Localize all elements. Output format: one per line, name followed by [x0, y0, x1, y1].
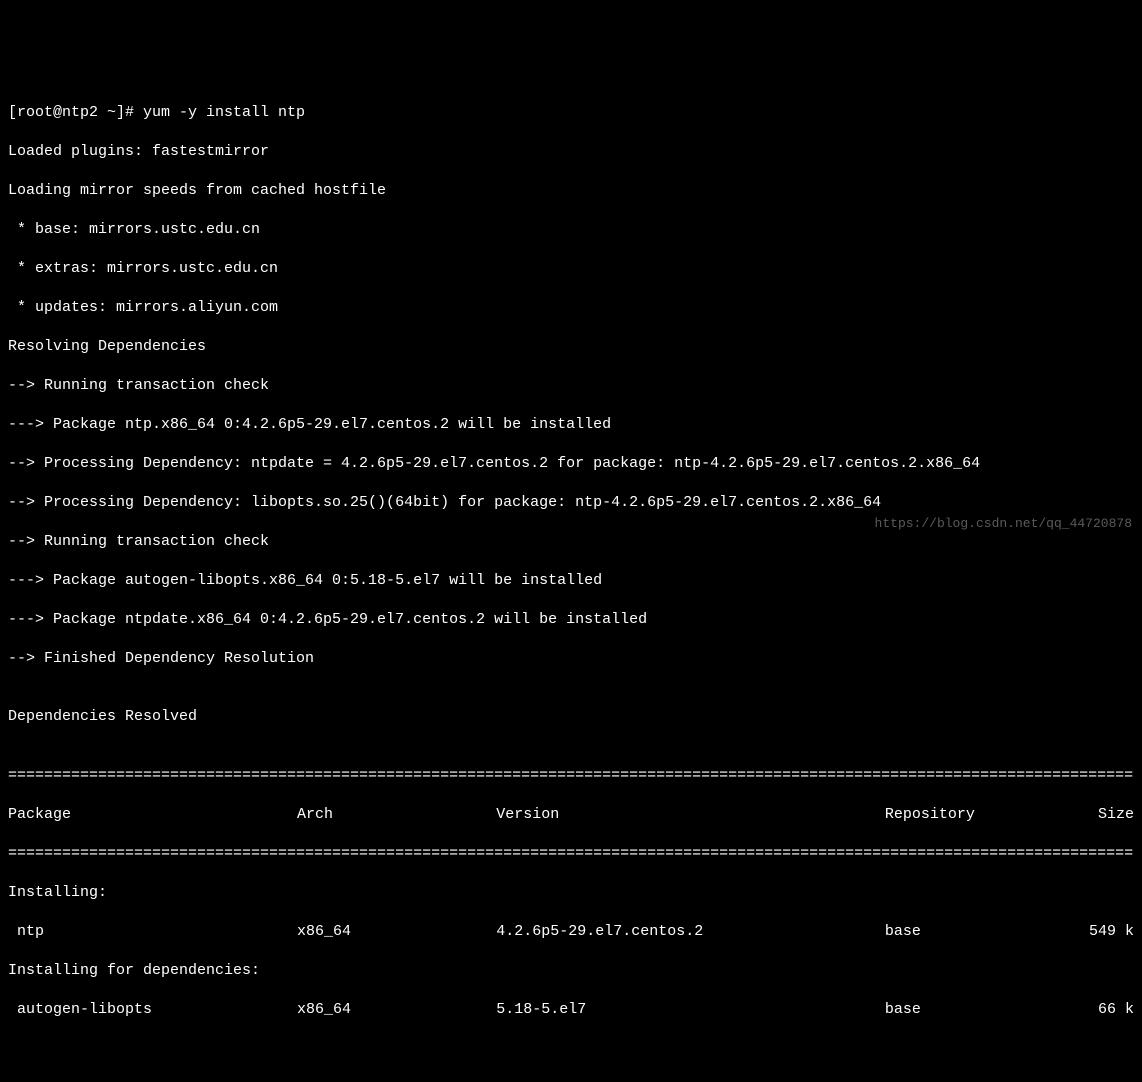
cell-repo: base: [885, 922, 1059, 942]
terminal-output[interactable]: [root@ntp2 ~]# yum -y install ntp Loaded…: [8, 83, 1134, 1039]
table-divider: ========================================…: [8, 844, 1134, 864]
table-row: autogen-liboptsx86_645.18-5.el7base66 k: [8, 1000, 1134, 1020]
header-size: Size: [1059, 805, 1134, 825]
command-line: [root@ntp2 ~]# yum -y install ntp: [8, 103, 1134, 123]
command-text: yum -y install ntp: [143, 104, 305, 121]
output-line: --> Finished Dependency Resolution: [8, 649, 1134, 669]
output-line: * base: mirrors.ustc.edu.cn: [8, 220, 1134, 240]
output-line: Loaded plugins: fastestmirror: [8, 142, 1134, 162]
table-header-row: PackageArchVersionRepositorySize: [8, 805, 1134, 825]
cell-arch: x86_64: [297, 1000, 496, 1020]
header-arch: Arch: [297, 805, 496, 825]
output-line: --> Processing Dependency: ntpdate = 4.2…: [8, 454, 1134, 474]
output-line: Resolving Dependencies: [8, 337, 1134, 357]
output-line: Loading mirror speeds from cached hostfi…: [8, 181, 1134, 201]
cell-repo: base: [885, 1000, 1059, 1020]
cell-arch: x86_64: [297, 922, 496, 942]
output-line: ---> Package ntp.x86_64 0:4.2.6p5-29.el7…: [8, 415, 1134, 435]
output-line: ---> Package autogen-libopts.x86_64 0:5.…: [8, 571, 1134, 591]
cell-package: autogen-libopts: [8, 1000, 297, 1020]
shell-prompt: [root@ntp2 ~]#: [8, 104, 143, 121]
cell-version: 4.2.6p5-29.el7.centos.2: [496, 922, 885, 942]
output-line: * extras: mirrors.ustc.edu.cn: [8, 259, 1134, 279]
section-installing: Installing:: [8, 883, 1134, 903]
cell-version: 5.18-5.el7: [496, 1000, 885, 1020]
table-divider: ========================================…: [8, 766, 1134, 786]
cell-size: 549 k: [1059, 922, 1134, 942]
output-line: ---> Package ntpdate.x86_64 0:4.2.6p5-29…: [8, 610, 1134, 630]
output-line: --> Processing Dependency: libopts.so.25…: [8, 493, 1134, 513]
cell-size: 66 k: [1059, 1000, 1134, 1020]
section-deps: Installing for dependencies:: [8, 961, 1134, 981]
header-version: Version: [496, 805, 885, 825]
output-line: --> Running transaction check: [8, 376, 1134, 396]
watermark: https://blog.csdn.net/qq_44720878: [875, 516, 1132, 533]
output-line: * updates: mirrors.aliyun.com: [8, 298, 1134, 318]
cell-package: ntp: [8, 922, 297, 942]
header-package: Package: [8, 805, 297, 825]
table-row: ntpx86_644.2.6p5-29.el7.centos.2base549 …: [8, 922, 1134, 942]
header-repository: Repository: [885, 805, 1059, 825]
output-line: Dependencies Resolved: [8, 707, 1134, 727]
output-line: --> Running transaction check: [8, 532, 1134, 552]
